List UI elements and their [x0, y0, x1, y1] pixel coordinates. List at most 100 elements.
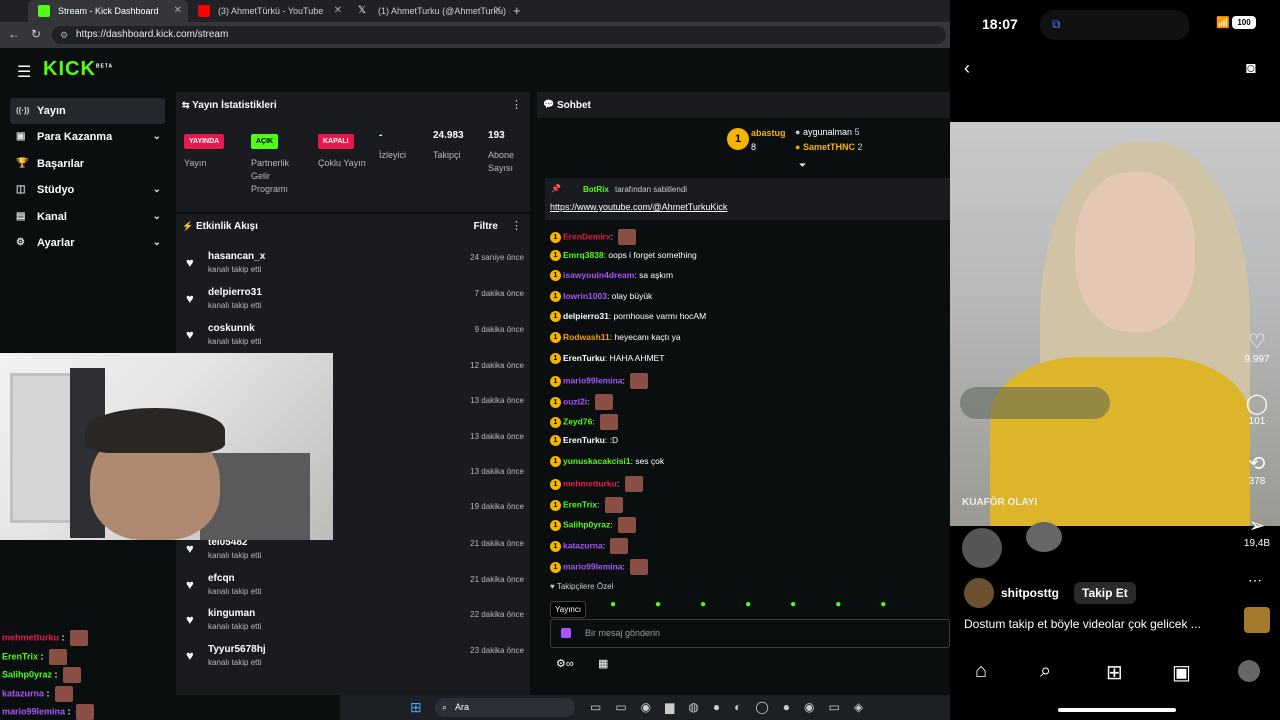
- chat-text: olay büyük: [611, 291, 653, 301]
- leader-name[interactable]: aygunalman: [803, 127, 852, 137]
- chat-username[interactable]: katazurna: [563, 540, 603, 550]
- new-tab-icon[interactable]: +: [513, 3, 521, 18]
- emote-icon: [618, 229, 637, 245]
- more-options-icon[interactable]: ⋯: [1248, 572, 1262, 589]
- chevron-down-icon[interactable]: ⌄: [153, 230, 161, 256]
- stat-live: YAYINDA Yayın: [184, 130, 244, 170]
- repost-icon: ⟲: [1248, 453, 1266, 475]
- more-options-icon[interactable]: ⋮: [511, 219, 522, 232]
- comment-button[interactable]: ◯ 101: [1236, 392, 1278, 427]
- avatar[interactable]: [964, 578, 994, 608]
- chat-username[interactable]: Emrq3838: [563, 250, 604, 260]
- settings-icon[interactable]: ⚙∞: [556, 657, 574, 670]
- video-frame[interactable]: KUAFÖR OLAYI: [950, 122, 1280, 526]
- chevron-down-icon[interactable]: ⌄: [153, 204, 161, 230]
- avatar[interactable]: [1026, 522, 1062, 552]
- chat-username[interactable]: mehmetturku: [563, 478, 617, 488]
- chat-username[interactable]: isawyouin4dream: [563, 270, 634, 280]
- taskbar-search[interactable]: ⌕ Ara: [435, 698, 575, 717]
- expand-icon[interactable]: ⏷: [799, 160, 806, 171]
- sidebar-item-ayarlar[interactable]: ⚙ Ayarlar ⌄: [10, 230, 165, 256]
- leader-name[interactable]: SametTHNC: [803, 142, 855, 152]
- emote-shortcut-row[interactable]: ●●●●●●●: [610, 599, 950, 613]
- chevron-down-icon[interactable]: ⌄: [153, 177, 161, 203]
- overlay-chat-line: mario99lemina :: [2, 704, 95, 720]
- reels-icon[interactable]: ▣: [1172, 660, 1191, 685]
- event-username[interactable]: hasancan_x: [208, 251, 265, 262]
- emote-icon: [49, 649, 68, 665]
- profile-avatar[interactable]: [1238, 660, 1260, 682]
- sub-badge-icon: 1: [550, 375, 561, 387]
- chevron-down-icon[interactable]: ⌄: [153, 124, 161, 150]
- add-post-icon[interactable]: ⊞: [1106, 660, 1123, 685]
- pinned-by-user[interactable]: BotRix: [583, 185, 609, 194]
- home-icon[interactable]: ⌂: [975, 660, 987, 683]
- chat-username[interactable]: mario99lemina: [563, 375, 623, 385]
- chat-username[interactable]: lowrin1003: [563, 291, 607, 301]
- tab-kick-dashboard[interactable]: Stream - Kick Dashboard ✕: [28, 0, 188, 22]
- chat-username[interactable]: mario99lemina: [563, 561, 623, 571]
- stat-partner: AÇIK Partnerlik Gelir Programı: [251, 130, 309, 196]
- post-username[interactable]: shitposttg: [1001, 586, 1059, 600]
- store-icon[interactable]: ▦: [598, 657, 608, 670]
- event-username[interactable]: delpierro31: [208, 287, 262, 298]
- chat-username[interactable]: ErenTrix: [563, 499, 597, 509]
- reload-icon[interactable]: ↻: [31, 27, 41, 41]
- back-chevron-icon[interactable]: ‹: [964, 58, 970, 79]
- event-time: 23 dakika önce: [470, 646, 524, 655]
- chat-username[interactable]: delpierro31: [563, 311, 609, 321]
- event-username[interactable]: kinguman: [208, 608, 255, 619]
- search-icon: ⌕: [442, 702, 448, 712]
- chat-input[interactable]: Bir mesaj gönderin: [550, 619, 950, 648]
- close-icon[interactable]: ✕: [174, 0, 182, 22]
- sidebar-item-yayin[interactable]: ((·)) Yayın: [10, 98, 165, 124]
- windows-start-icon[interactable]: ⊞: [410, 699, 422, 716]
- event-username[interactable]: efcqn: [208, 573, 235, 584]
- camera-icon[interactable]: ◙: [1246, 60, 1256, 78]
- chat-username[interactable]: ErenTurku: [563, 435, 605, 445]
- chat-username[interactable]: ErenTurku: [563, 353, 605, 363]
- taskbar-apps[interactable]: ▭▭◉▆◍●◐◯●◉▭◈: [590, 700, 877, 714]
- chat-username[interactable]: Zeyd76: [563, 416, 592, 426]
- sidebar-item-basarilar[interactable]: 🏆 Başarılar: [10, 151, 165, 177]
- chat-username[interactable]: ouzl2i: [563, 396, 587, 406]
- role-tooltip: Yayıncı: [550, 601, 587, 618]
- chat-message: 1 katazurna:: [550, 538, 629, 554]
- tab-x[interactable]: 𝕏 (1) AhmetTurku (@AhmetTurku) ✕: [348, 0, 508, 22]
- search-icon[interactable]: ⌕: [1040, 660, 1051, 683]
- close-icon[interactable]: ✕: [334, 0, 342, 22]
- sidebar-item-kanal[interactable]: ▤ Kanal ⌄: [10, 204, 165, 230]
- like-button[interactable]: ♡ 9.997: [1236, 330, 1278, 365]
- follow-button[interactable]: Takip Et: [1074, 582, 1136, 604]
- event-username[interactable]: coskunnk: [208, 323, 255, 334]
- tab-youtube[interactable]: (3) AhmetTürkü - YouTube ✕: [188, 0, 348, 22]
- chat-username[interactable]: yunuskacakcisi1: [563, 456, 631, 466]
- url-field[interactable]: ⚙ https://dashboard.kick.com/stream: [52, 26, 946, 44]
- leader-name[interactable]: abastug: [751, 128, 786, 138]
- pinned-link[interactable]: https://www.youtube.com/@AhmetTurkuKick: [550, 202, 727, 212]
- logo-text: KICK: [43, 58, 96, 80]
- stat-value: 24.983: [433, 130, 464, 141]
- kick-logo[interactable]: KICKBETA: [43, 58, 113, 81]
- more-options-icon[interactable]: ⋮: [511, 98, 522, 111]
- event-username[interactable]: Tyyur5678hj: [208, 644, 266, 655]
- heart-icon: ♥: [550, 582, 555, 591]
- close-icon[interactable]: ✕: [494, 0, 502, 22]
- music-thumbnail[interactable]: [1244, 607, 1270, 633]
- chat-username[interactable]: ErenDemirx: [563, 231, 611, 241]
- heart-icon: ♥: [186, 291, 194, 306]
- stat-viewers: - İzleyici: [379, 130, 424, 162]
- site-info-icon[interactable]: ⚙: [60, 26, 68, 44]
- sidebar-item-studyo[interactable]: ◫ Stüdyo ⌄: [10, 177, 165, 203]
- tab-title: (1) AhmetTurku (@AhmetTurku): [378, 6, 506, 16]
- repost-button[interactable]: ⟲ 378: [1236, 452, 1278, 487]
- back-icon[interactable]: ←: [8, 27, 20, 41]
- activity-event: ♥ tel05482 kanalı takip etti 21 dakika önce: [186, 535, 526, 571]
- chat-username[interactable]: Rodwash11: [563, 332, 610, 342]
- share-button[interactable]: ➢ 19,4B: [1236, 514, 1278, 549]
- filter-button[interactable]: Filtre: [474, 221, 498, 232]
- menu-icon[interactable]: ☰: [17, 62, 31, 82]
- avatar[interactable]: [962, 528, 1002, 568]
- sidebar-item-para-kazanma[interactable]: ▣ Para Kazanma ⌄: [10, 124, 165, 150]
- chat-username[interactable]: Salihp0yraz: [563, 519, 610, 529]
